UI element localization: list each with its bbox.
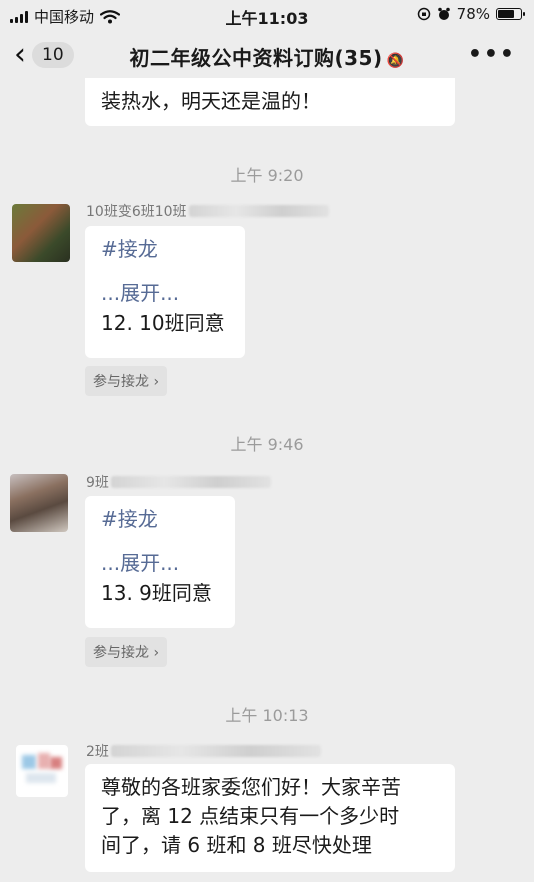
solitaire-tag[interactable]: #接龙 bbox=[101, 504, 219, 534]
solitaire-entry: 13. 9班同意 bbox=[101, 581, 212, 605]
blurred-name bbox=[110, 476, 271, 488]
message-text-line: 了，离 12 点结束只有一个多少时 bbox=[101, 804, 400, 828]
chat-title-text: 初二年级公中资料订购(35) bbox=[129, 46, 383, 70]
battery-percent: 78% bbox=[456, 5, 490, 23]
timestamp: 上午 9:46 bbox=[230, 435, 304, 454]
join-solitaire-label: 参与接龙 bbox=[93, 374, 149, 390]
message-text: 装热水，明天还是温的！ bbox=[101, 89, 321, 113]
expand-link[interactable]: ...展开... bbox=[101, 278, 229, 308]
timestamp: 上午 10:13 bbox=[225, 706, 309, 725]
join-solitaire-label: 参与接龙 bbox=[93, 645, 149, 661]
chat-title: 初二年级公中资料订购(35) 🔕 bbox=[0, 42, 534, 71]
more-dots-icon[interactable]: ••• bbox=[468, 42, 516, 67]
expand-link[interactable]: ...展开... bbox=[101, 548, 219, 578]
sender-name-text: 10班变6班10班 bbox=[86, 204, 187, 220]
avatar[interactable] bbox=[16, 745, 68, 797]
solitaire-tag[interactable]: #接龙 bbox=[101, 234, 229, 264]
sender-name: 10班变6班10班 bbox=[86, 201, 329, 221]
avatar[interactable] bbox=[10, 474, 68, 532]
join-solitaire-button[interactable]: 参与接龙 › bbox=[85, 366, 168, 396]
status-bar: 中国移动 上午11:03 78% bbox=[0, 0, 534, 30]
message-text-line: 间了，请 6 班和 8 班尽快处理 bbox=[101, 833, 372, 857]
message-bubble[interactable]: 尊敬的各班家委您们好！大家辛苦 了，离 12 点结束只有一个多少时 间了，请 6… bbox=[85, 764, 455, 872]
blurred-name bbox=[188, 205, 329, 217]
message-text-line: 尊敬的各班家委您们好！大家辛苦 bbox=[101, 775, 401, 799]
chat-header: ‹ 10 初二年级公中资料订购(35) 🔕 ••• bbox=[0, 30, 534, 82]
battery-fill bbox=[498, 10, 514, 18]
avatar[interactable] bbox=[12, 204, 70, 262]
sender-name: 2班 bbox=[86, 741, 321, 761]
bell-off-icon: 🔕 bbox=[386, 53, 405, 69]
timestamp: 上午 9:20 bbox=[230, 166, 304, 185]
sender-name: 9班 bbox=[86, 472, 271, 492]
sender-name-text: 9班 bbox=[86, 475, 109, 491]
battery-icon bbox=[496, 8, 525, 20]
status-right: 78% bbox=[417, 5, 525, 23]
blurred-name bbox=[110, 745, 321, 757]
solitaire-entry: 12. 10班同意 bbox=[101, 311, 225, 335]
message-bubble[interactable]: #接龙 ...展开... 13. 9班同意 bbox=[85, 496, 235, 628]
orientation-lock-icon bbox=[417, 7, 430, 21]
sender-name-text: 2班 bbox=[86, 744, 109, 760]
join-solitaire-button[interactable]: 参与接龙 › bbox=[85, 637, 168, 667]
message-bubble: 装热水，明天还是温的！ bbox=[85, 78, 455, 126]
alarm-icon bbox=[437, 7, 450, 20]
message-bubble[interactable]: #接龙 ...展开... 12. 10班同意 bbox=[85, 226, 245, 358]
